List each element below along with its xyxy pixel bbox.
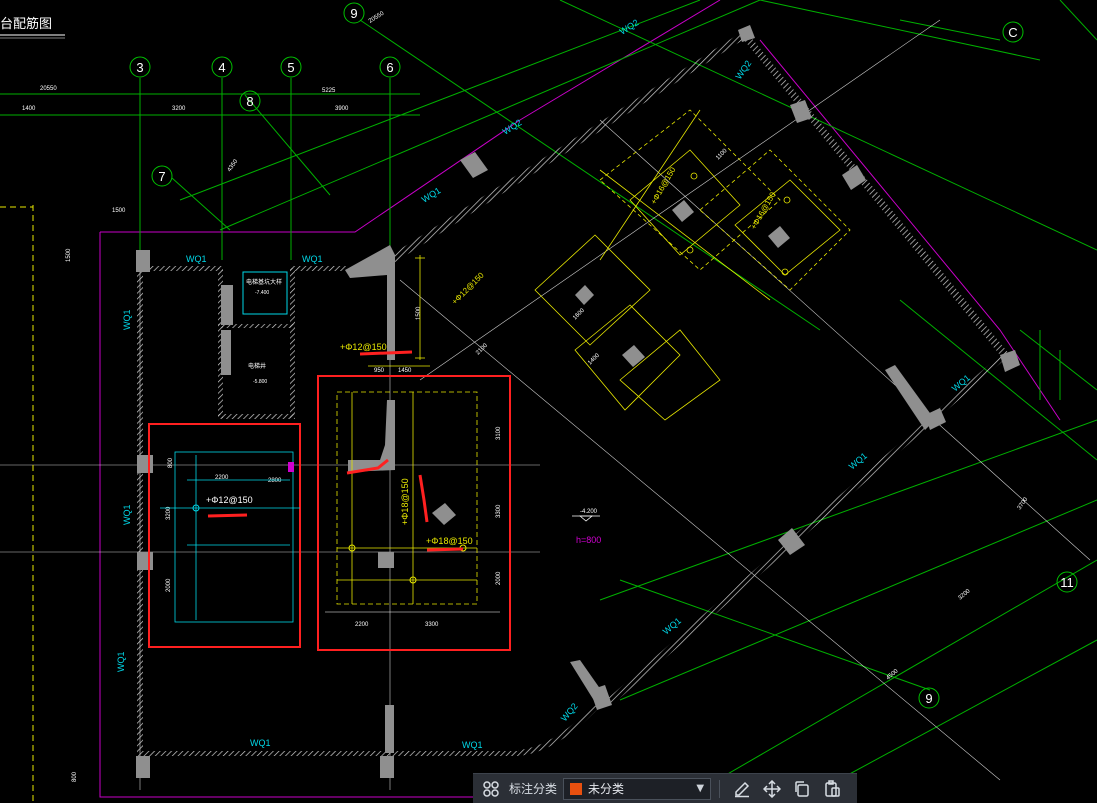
grid-bubble-labels: 3 4 5 6 7 8 9 9 11 C: [136, 6, 1073, 706]
svg-text:C: C: [1008, 25, 1017, 40]
svg-text:1100: 1100: [715, 148, 729, 162]
elevator-pit-label: 电梯基坑大样: [246, 278, 282, 286]
svg-text:3100: 3100: [496, 426, 502, 440]
svg-text:WQ1: WQ1: [250, 738, 271, 748]
rebar-mark-top: [359, 350, 413, 356]
axis-lines: [0, 0, 1097, 791]
svg-text:1400: 1400: [587, 352, 601, 366]
svg-text:WQ2: WQ2: [559, 701, 580, 723]
foundation-highlight-center: [317, 375, 511, 651]
rebar-mark-left: [207, 513, 248, 518]
svg-text:4: 4: [218, 60, 225, 75]
svg-text:1500: 1500: [66, 248, 72, 262]
svg-text:WQ1: WQ1: [847, 451, 869, 472]
rebar-label-top: +Φ12@150: [340, 342, 387, 352]
svg-text:1400: 1400: [22, 106, 36, 112]
svg-text:WQ1: WQ1: [122, 309, 132, 330]
elevation-note: -4.200: [580, 509, 598, 515]
svg-text:WQ1: WQ1: [420, 185, 443, 204]
thickness-note: h=800: [576, 535, 601, 545]
cad-drawing-canvas[interactable]: 台配筋图 电梯基坑大样 -7.400 电梯井 -5.800 3 4 5 6 7 …: [0, 0, 1097, 803]
rebar-label-vertical: +Φ18@150: [400, 478, 410, 525]
category-select[interactable]: 未分类 ▼: [563, 777, 712, 800]
move-icon[interactable]: [760, 777, 784, 801]
svg-text:1500: 1500: [416, 306, 422, 320]
grid-icon[interactable]: [479, 777, 503, 801]
category-color-swatch: [570, 782, 583, 795]
svg-text:20550: 20550: [40, 86, 57, 92]
category-select-value: 未分类: [588, 782, 625, 796]
svg-text:800: 800: [72, 771, 78, 782]
elevation-triangle: [578, 515, 594, 522]
svg-text:3300: 3300: [425, 622, 439, 628]
svg-text:WQ1: WQ1: [462, 740, 483, 750]
svg-text:8: 8: [246, 94, 253, 109]
svg-text:2200: 2200: [355, 622, 369, 628]
svg-text:5225: 5225: [322, 88, 336, 94]
svg-text:WQ1: WQ1: [116, 651, 126, 672]
svg-text:WQ2: WQ2: [618, 17, 641, 36]
svg-text:3300: 3300: [496, 504, 502, 518]
category-label: 标注分类: [509, 782, 558, 796]
elevator-shaft-label: 电梯井: [248, 362, 266, 370]
svg-text:6: 6: [386, 60, 393, 75]
paste-icon[interactable]: [820, 777, 844, 801]
copy-icon[interactable]: [790, 777, 814, 801]
svg-text:WQ1: WQ1: [661, 616, 683, 637]
svg-text:5: 5: [287, 60, 294, 75]
svg-text:WQ1: WQ1: [186, 254, 207, 264]
rebar-label-left: +Φ12@150: [206, 495, 253, 505]
toolbar-divider: [719, 779, 721, 798]
svg-text:950: 950: [374, 368, 385, 374]
svg-text:2800: 2800: [268, 478, 282, 484]
svg-text:2000: 2000: [496, 571, 502, 585]
svg-text:1450: 1450: [398, 368, 412, 374]
svg-text:800: 800: [168, 457, 174, 468]
svg-text:4500: 4500: [885, 668, 900, 682]
rebar-grids: [534, 109, 851, 421]
svg-text:4350: 4350: [227, 158, 240, 173]
svg-text:WQ2: WQ2: [733, 59, 753, 82]
rebar-label-bottom: +Φ18@150: [426, 536, 473, 546]
svg-text:9: 9: [925, 691, 932, 706]
elevator-pit-elev: -7.400: [255, 290, 269, 296]
svg-text:7: 7: [158, 169, 165, 184]
edit-icon[interactable]: [730, 777, 754, 801]
dimension-texts: 20550 1400 3200 3900 5225 4350 1500 1500…: [22, 10, 1030, 782]
foundation-highlight-left: [148, 423, 301, 648]
elevator-shaft-elev: -5.800: [253, 379, 267, 385]
svg-text:WQ1: WQ1: [302, 254, 323, 264]
svg-text:3200: 3200: [957, 588, 972, 602]
svg-text:11: 11: [1060, 575, 1074, 590]
svg-text:3900: 3900: [335, 106, 349, 112]
svg-text:3200: 3200: [172, 106, 186, 112]
svg-text:WQ1: WQ1: [122, 504, 132, 525]
svg-text:1500: 1500: [112, 208, 126, 214]
grid-bubbles: [129, 2, 1078, 709]
center-lines: [0, 19, 1091, 790]
svg-text:3: 3: [136, 60, 143, 75]
drawing-title: 台配筋图: [0, 16, 52, 31]
svg-text:1600: 1600: [572, 307, 586, 321]
annotation-toolbar: 标注分类 未分类 ▼: [473, 773, 857, 803]
svg-text:20550: 20550: [368, 10, 386, 24]
wall-tags: WQ1 WQ1 WQ1 WQ1 WQ1 WQ1 WQ1 WQ1 WQ1 WQ1 …: [116, 17, 972, 750]
chevron-down-icon: ▼: [696, 783, 705, 794]
svg-text:2000: 2000: [166, 578, 172, 592]
rebar-label-diag-1: +Φ12@150: [450, 270, 486, 306]
rebar-mark-bottom: [426, 547, 464, 552]
svg-text:9: 9: [350, 6, 357, 21]
rebar-mark-vertical: [418, 474, 429, 523]
